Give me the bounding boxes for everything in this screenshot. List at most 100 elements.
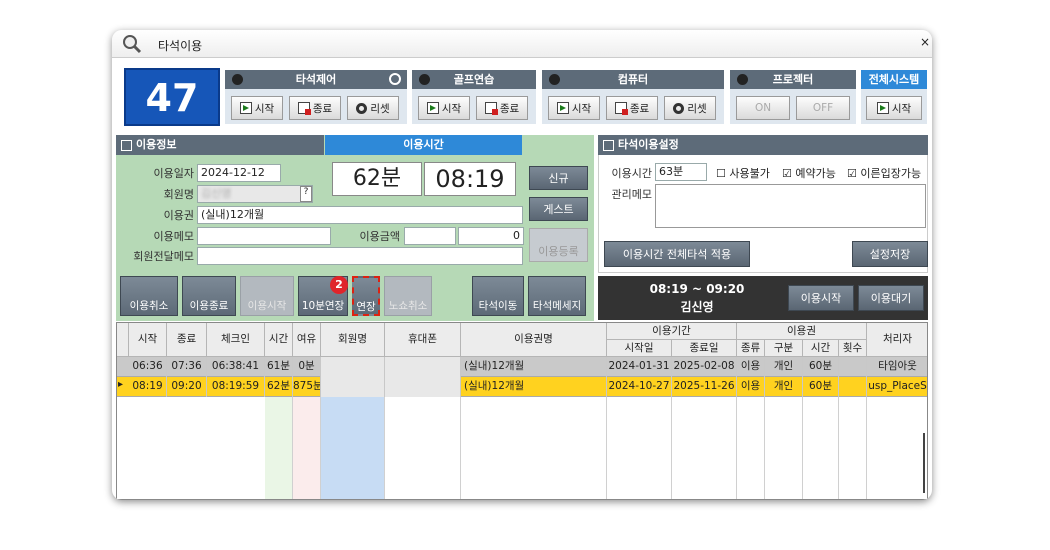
table-cell-spare: 875분 — [293, 377, 321, 397]
computer-reset-button[interactable]: 리셋 — [664, 96, 716, 120]
apply-all-button[interactable]: 이용시간 전체타석 적용 — [604, 241, 750, 267]
close-icon[interactable]: × — [920, 35, 930, 49]
start-icon — [426, 102, 439, 114]
computer-group: 컴퓨터 시작 종료 리셋 — [542, 70, 724, 124]
table-cell-phone — [385, 357, 461, 377]
table-cell-ticket: (실내)12개월 — [461, 377, 607, 397]
table-row[interactable]: ▸ 08:19 09:20 08:19:59 62분 875분 (실내)12개월 2024-1… — [117, 377, 927, 397]
bay-control-title: 타석제어 — [295, 73, 337, 86]
admin-memo-label: 관리메모 — [611, 188, 652, 201]
note-field[interactable] — [197, 247, 523, 265]
table-cell-name — [321, 377, 385, 397]
end-usage-button[interactable]: 이용종료 — [182, 276, 236, 316]
note-label: 회원전달메모 — [133, 250, 194, 263]
help-icon[interactable]: ? — [300, 186, 312, 202]
projector-title: 프로젝터 — [772, 73, 814, 86]
memo-label: 이용메모 — [153, 230, 194, 243]
projector-on-button[interactable]: ON — [736, 96, 790, 120]
table-cell-pstart: 2024-01-31 — [607, 357, 672, 377]
date-field[interactable]: 2024-12-12 — [197, 164, 281, 182]
system-title: 전체시스템 — [861, 70, 927, 89]
table-cell-pstart: 2024-10-27 — [607, 377, 672, 397]
table-cell-start: 06:36 — [129, 357, 167, 377]
table-cell-checkin: 08:19:59 — [207, 377, 265, 397]
move-bay-button[interactable]: 타석이동 — [472, 276, 524, 316]
minutes-display[interactable]: 62분 — [332, 162, 422, 196]
bay-message-button[interactable]: 타석메세지 — [528, 276, 586, 316]
row-pointer-icon: ▸ — [118, 379, 124, 390]
system-start-button[interactable]: 시작 — [866, 96, 922, 120]
reset-icon — [356, 102, 368, 114]
settings-time-select[interactable]: 63분 — [655, 163, 707, 181]
bay-end-button[interactable]: 종료 — [289, 96, 341, 120]
stop-icon — [297, 102, 311, 115]
bay-reset-button[interactable]: 리셋 — [347, 96, 399, 120]
table-row[interactable]: 06:36 07:36 06:38:41 61분 0분 (실내)12개월 2024-01-3… — [117, 357, 927, 377]
admin-memo-field[interactable] — [655, 184, 926, 228]
computer-end-button[interactable]: 종료 — [606, 96, 658, 120]
table-cell-checkin: 06:38:41 — [207, 357, 265, 377]
register-button[interactable]: 이용등록 — [529, 228, 588, 262]
start-usage-button[interactable]: 이용시작 — [240, 276, 294, 316]
golf-start-button[interactable]: 시작 — [418, 96, 470, 120]
table-cell-count — [839, 357, 867, 377]
refresh-icon[interactable] — [389, 73, 401, 85]
table-cell-pend: 2025-11-26 — [672, 377, 737, 397]
save-settings-button[interactable]: 설정저장 — [852, 241, 928, 267]
table-cell-start: 08:19 — [129, 377, 167, 397]
golf-practice-group: 골프연습 시작 종료 — [412, 70, 536, 124]
status-dot-icon — [549, 74, 560, 85]
ticket-select[interactable]: (실내)12개월 — [197, 206, 523, 224]
reservable-checkbox[interactable]: ☑ 예약가능 — [782, 165, 836, 181]
table-cell-type: 이용 — [737, 377, 765, 397]
cancel-usage-button[interactable]: 이용취소 — [120, 276, 178, 316]
table-cell-ttime: 60분 — [803, 377, 839, 397]
table-cell-kind: 개인 — [765, 377, 803, 397]
amount-label: 이용금액 — [359, 230, 400, 243]
computer-start-button[interactable]: 시작 — [548, 96, 600, 120]
scrollbar[interactable] — [923, 433, 925, 493]
extend-button[interactable]: 연장 — [352, 276, 380, 316]
table-cell-time: 62분 — [265, 377, 293, 397]
status-dot-icon — [737, 74, 748, 85]
new-button[interactable]: 신규 — [529, 166, 588, 190]
date-label: 이용일자 — [153, 167, 194, 180]
projector-group: 프로젝터 ON OFF — [730, 70, 856, 124]
status-start-button[interactable]: 이용시작 — [788, 285, 854, 311]
clock-display[interactable]: 08:19 — [424, 162, 516, 196]
member-field[interactable]: 김신영 — [197, 185, 313, 203]
table-cell-ttime: 60분 — [803, 357, 839, 377]
ticket-label: 이용권 — [163, 209, 194, 222]
system-group: 전체시스템 시작 — [861, 70, 927, 124]
projector-off-button[interactable]: OFF — [796, 96, 850, 120]
amount-select[interactable] — [404, 227, 456, 245]
window-title: 타석이용 — [158, 39, 203, 53]
bay-start-button[interactable]: 시작 — [231, 96, 283, 120]
memo-field[interactable] — [197, 227, 331, 245]
table-cell-spare: 0분 — [293, 357, 321, 377]
usage-info-title: 이용정보 — [116, 135, 324, 155]
table-cell-pend: 2025-02-08 — [672, 357, 737, 377]
unavailable-checkbox[interactable]: ☐ 사용불가 — [716, 165, 770, 181]
early-entry-checkbox[interactable]: ☑ 이른입장가능 — [847, 165, 921, 181]
bay-control-group: 타석제어 시작 종료 리셋 — [225, 70, 407, 124]
guest-button[interactable]: 게스트 — [529, 197, 588, 221]
settings-time-label: 이용시간 — [611, 167, 652, 180]
seat-number: 47 — [124, 68, 220, 126]
table-cell-name — [321, 357, 385, 377]
stop-icon — [484, 102, 498, 115]
title-bar: 타석이용 × — [112, 30, 932, 58]
status-wait-button[interactable]: 이용대기 — [858, 285, 924, 311]
amount-field[interactable]: 0 — [458, 227, 524, 245]
table-cell-count — [839, 377, 867, 397]
status-member-name: 김신영 — [680, 300, 714, 314]
usage-time-title: 이용시간 — [325, 135, 522, 155]
table-cell-end: 07:36 — [167, 357, 207, 377]
no-show-cancel-button[interactable]: 노쇼취소 — [384, 276, 432, 316]
stop-icon — [614, 102, 628, 115]
golf-end-button[interactable]: 종료 — [476, 96, 528, 120]
table-cell-end: 09:20 — [167, 377, 207, 397]
table-cell-phone — [385, 377, 461, 397]
start-icon — [556, 102, 569, 114]
computer-title: 컴퓨터 — [617, 73, 649, 86]
